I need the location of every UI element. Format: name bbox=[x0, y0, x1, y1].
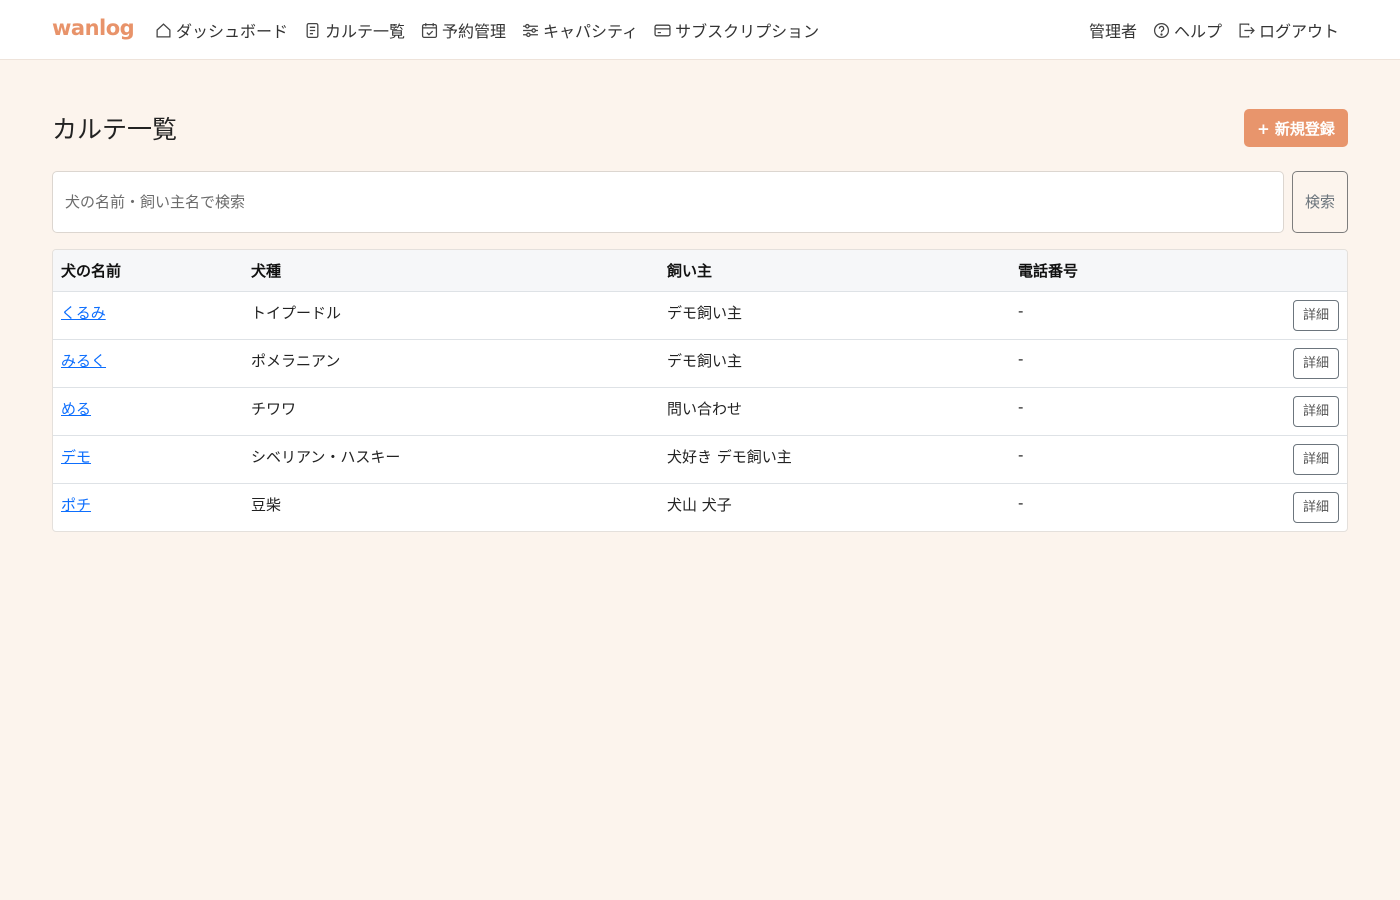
nav-logout[interactable]: ログアウト bbox=[1238, 0, 1339, 60]
nav-logout-label: ログアウト bbox=[1258, 22, 1339, 41]
nav-capacity-label: キャパシティ bbox=[543, 22, 639, 41]
table-row: める チワワ 問い合わせ - 詳細 bbox=[53, 387, 1347, 435]
home-icon bbox=[155, 22, 172, 39]
search-button[interactable]: 検索 bbox=[1292, 171, 1348, 233]
phone-cell: - bbox=[1018, 445, 1024, 464]
nav-dashboard[interactable]: ダッシュボード bbox=[155, 0, 288, 60]
owner-cell: 問い合わせ bbox=[667, 399, 743, 418]
nav-karte-list[interactable]: カルテ一覧 bbox=[304, 0, 405, 60]
phone-cell: - bbox=[1018, 349, 1024, 368]
page-title: カルテ一覧 bbox=[52, 115, 178, 144]
header-owner: 飼い主 bbox=[659, 250, 1010, 292]
owner-cell: デモ飼い主 bbox=[667, 351, 743, 370]
breed-cell: シベリアン・ハスキー bbox=[251, 447, 401, 466]
new-registration-button[interactable]: + 新規登録 bbox=[1244, 109, 1348, 147]
detail-button[interactable]: 詳細 bbox=[1293, 443, 1339, 475]
search-input[interactable] bbox=[52, 171, 1284, 233]
user-nav: 管理者 ヘルプ ログアウト bbox=[1089, 0, 1339, 60]
owner-cell: 犬山 犬子 bbox=[667, 495, 732, 514]
main-nav: ダッシュボード カルテ一覧 予約管理 キャパシティ サブスクリプション bbox=[155, 0, 835, 60]
top-navbar: wanlog ダッシュボード カルテ一覧 予約管理 キャパシティ サブスクリプシ… bbox=[0, 0, 1400, 60]
table-header-row: 犬の名前 犬種 飼い主 電話番号 bbox=[53, 250, 1347, 292]
breed-cell: ポメラニアン bbox=[251, 351, 341, 370]
brand-logo[interactable]: wanlog bbox=[52, 16, 135, 40]
nav-subscription-label: サブスクリプション bbox=[675, 22, 820, 41]
nav-help[interactable]: ヘルプ bbox=[1153, 0, 1222, 60]
dog-name-link[interactable]: める bbox=[61, 400, 91, 418]
phone-cell: - bbox=[1018, 493, 1024, 512]
dog-name-link[interactable]: デモ bbox=[61, 448, 91, 466]
dog-name-link[interactable]: くるみ bbox=[61, 304, 106, 322]
table-row: デモ シベリアン・ハスキー 犬好き デモ飼い主 - 詳細 bbox=[53, 435, 1347, 483]
nav-admin[interactable]: 管理者 bbox=[1089, 0, 1137, 60]
breed-cell: 豆柴 bbox=[251, 495, 282, 514]
dog-name-link[interactable]: ポチ bbox=[61, 496, 91, 514]
nav-help-label: ヘルプ bbox=[1173, 22, 1222, 41]
credit-card-icon bbox=[654, 22, 671, 39]
document-list-icon bbox=[304, 22, 321, 39]
nav-reservations-label: 予約管理 bbox=[442, 22, 507, 41]
nav-subscription[interactable]: サブスクリプション bbox=[654, 0, 819, 60]
nav-capacity[interactable]: キャパシティ bbox=[522, 0, 638, 60]
logout-icon bbox=[1238, 22, 1255, 39]
phone-cell: - bbox=[1018, 397, 1024, 416]
karte-table: 犬の名前 犬種 飼い主 電話番号 くるみ トイプードル デモ飼い主 - 詳細 み… bbox=[52, 249, 1348, 532]
table-row: みるく ポメラニアン デモ飼い主 - 詳細 bbox=[53, 339, 1347, 387]
detail-button[interactable]: 詳細 bbox=[1293, 491, 1339, 523]
nav-reservations[interactable]: 予約管理 bbox=[421, 0, 506, 60]
nav-dashboard-label: ダッシュボード bbox=[176, 22, 289, 41]
detail-button[interactable]: 詳細 bbox=[1293, 395, 1339, 427]
nav-admin-label: 管理者 bbox=[1088, 22, 1137, 41]
detail-button[interactable]: 詳細 bbox=[1293, 299, 1339, 331]
dog-name-link[interactable]: みるく bbox=[61, 352, 106, 370]
owner-cell: デモ飼い主 bbox=[667, 303, 743, 322]
header-breed: 犬種 bbox=[243, 250, 659, 292]
header-action bbox=[1260, 250, 1347, 292]
header-phone: 電話番号 bbox=[1010, 250, 1260, 292]
nav-karte-list-label: カルテ一覧 bbox=[325, 22, 406, 41]
breed-cell: チワワ bbox=[251, 399, 297, 418]
sliders-icon bbox=[522, 22, 539, 39]
table-row: くるみ トイプードル デモ飼い主 - 詳細 bbox=[53, 291, 1347, 339]
breed-cell: トイプードル bbox=[251, 303, 342, 322]
owner-cell: 犬好き デモ飼い主 bbox=[667, 447, 792, 466]
table-row: ポチ 豆柴 犬山 犬子 - 詳細 bbox=[53, 483, 1347, 531]
header-dog-name: 犬の名前 bbox=[53, 250, 243, 292]
phone-cell: - bbox=[1018, 301, 1024, 320]
question-circle-icon bbox=[1153, 22, 1170, 39]
calendar-check-icon bbox=[421, 22, 438, 39]
detail-button[interactable]: 詳細 bbox=[1293, 347, 1339, 379]
